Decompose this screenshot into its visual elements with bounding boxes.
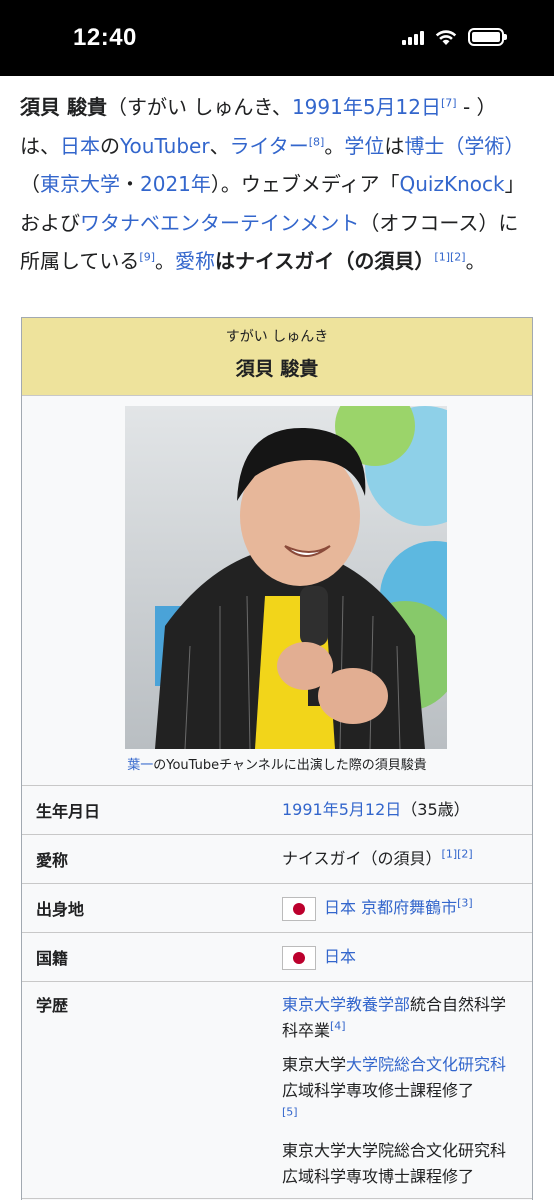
intro-text: 、 <box>209 133 230 158</box>
youtuber-link[interactable]: YouTuber <box>120 134 210 158</box>
japan-flag-icon <box>282 945 316 970</box>
row-value: 日本 <box>282 944 532 970</box>
infobox-row-birthplace: 出身地 日本 京都府舞鶴市[3] <box>22 884 532 933</box>
education-faculty-link[interactable]: 東京大学教養学部 <box>282 995 410 1014</box>
nickname-text: ナイスガイ（の須貝） <box>235 249 435 273</box>
photo-caption: 葉一のYouTubeチャンネルに出演した際の須貝駿貴 <box>22 754 532 773</box>
intro-text: は <box>215 249 235 273</box>
infobox-photo-section: 葉一のYouTubeチャンネルに出演した際の須貝駿貴 <box>22 396 532 786</box>
intro-text: （ <box>20 172 40 196</box>
reference-1-2-link[interactable]: [1][2] <box>434 250 465 263</box>
infobox-ruby: すがい しゅんき <box>225 329 329 345</box>
education-entry: 東京大学大学院総合文化研究科広域科学専攻修士課程修了 [5] <box>282 1052 518 1130</box>
row-value: 東京大学教養学部統合自然科学科卒業[4] 東京大学大学院総合文化研究科広域科学専… <box>282 992 532 1198</box>
birthplace-city-link[interactable]: 京都府舞鶴市 <box>361 898 457 917</box>
phd-link[interactable]: 博士（学術） <box>404 134 524 158</box>
clock: 12:40 <box>73 24 137 51</box>
row-label: 出身地 <box>36 900 85 919</box>
article-intro: 須貝 駿貴（すがい しゅんき、1991年5月12日[7] - ）は、日本のYou… <box>20 88 532 281</box>
graduate-school-link[interactable]: 大学院総合文化研究科 <box>346 1055 506 1074</box>
birthdate-link[interactable]: 1991年5月12日 <box>292 95 441 119</box>
row-label: 生年月日 <box>36 802 101 821</box>
japan-flag-icon <box>282 896 316 921</box>
infobox: すがい しゅんき 須貝 駿貴 葉一のYouTubeチャンネルに出演した際の須貝駿… <box>21 317 533 1200</box>
portrait-photo[interactable] <box>125 406 447 749</box>
watanabe-entertainment-link[interactable]: ワタナベエンターテインメント <box>80 211 359 235</box>
status-bar: 12:40 <box>0 0 554 76</box>
infobox-row-nationality: 国籍 日本 <box>22 933 532 982</box>
cellular-signal-icon <box>402 29 424 45</box>
japan-link[interactable]: 日本 <box>60 134 100 158</box>
education-text: 広域科学専攻修士課程修了 <box>282 1081 475 1100</box>
infobox-row-nickname: 愛称 ナイスガイ（の須貝）[1][2] <box>22 835 532 884</box>
row-label: 国籍 <box>36 949 69 968</box>
intro-text: 。 <box>465 249 486 273</box>
birthplace-ref-link[interactable]: [3] <box>457 897 473 910</box>
row-value: 日本 京都府舞鶴市[3] <box>282 895 532 921</box>
infobox-row-birthdate: 生年月日 1991年5月12日（35歳） <box>22 786 532 835</box>
wifi-icon <box>435 30 457 45</box>
intro-text: の <box>100 133 120 158</box>
nickname-ref-link[interactable]: [1][2] <box>442 848 473 861</box>
intro-text: 。 <box>324 133 345 158</box>
caption-link[interactable]: 葉一 <box>127 758 153 773</box>
nickname-value: ナイスガイ（の須貝） <box>282 849 442 868</box>
infobox-row-education: 学歴 東京大学教養学部統合自然科学科卒業[4] 東京大学大学院総合文化研究科広域… <box>22 982 532 1199</box>
intro-text: ・ <box>120 172 140 196</box>
infobox-title: 須貝 駿貴 <box>235 358 319 380</box>
row-label: 学歴 <box>36 996 69 1015</box>
status-icons <box>402 28 507 46</box>
utokyo-link[interactable]: 東京大学 <box>40 172 120 196</box>
portrait-image <box>125 406 447 749</box>
row-value: 1991年5月12日（35歳） <box>282 797 532 823</box>
degree-link[interactable]: 学位 <box>344 134 384 158</box>
writer-link[interactable]: ライター <box>230 134 309 158</box>
row-value: ナイスガイ（の須貝）[1][2] <box>282 846 532 872</box>
education-ref-4-link[interactable]: [4] <box>330 1020 346 1033</box>
education-text: 東京大学大学院総合文化研究科広域科学専攻博士課程修了 <box>282 1141 507 1186</box>
birthplace-country-link[interactable]: 日本 <box>324 898 356 917</box>
education-entry: 東京大学教養学部統合自然科学科卒業[4] <box>282 992 518 1044</box>
intro-text: は <box>384 133 405 158</box>
intro-text: （すがい しゅんき、 <box>106 95 292 119</box>
row-label: 愛称 <box>36 851 69 870</box>
caption-text: のYouTubeチャンネルに出演した際の須貝駿貴 <box>153 758 427 773</box>
nickname-link[interactable]: 愛称 <box>175 249 215 273</box>
reference-8-link[interactable]: [8] <box>309 135 325 148</box>
education-entry: 東京大学大学院総合文化研究科広域科学専攻博士課程修了 <box>282 1138 518 1190</box>
year-2021-link[interactable]: 2021年 <box>140 172 211 196</box>
nationality-link[interactable]: 日本 <box>324 947 356 966</box>
age-text: （35歳） <box>401 800 470 819</box>
intro-text: ）。ウェブメディア「 <box>210 172 400 196</box>
birthdate-value-link[interactable]: 1991年5月12日 <box>282 800 401 819</box>
quizknock-link[interactable]: QuizKnock <box>400 172 505 196</box>
education-ref-5-link[interactable]: [5] <box>282 1106 298 1119</box>
intro-text: 。 <box>155 249 175 273</box>
article-subject-name: 須貝 駿貴 <box>20 95 107 119</box>
education-text: 東京大学 <box>282 1055 347 1074</box>
battery-icon <box>468 28 507 46</box>
reference-7-link[interactable]: [7] <box>441 96 457 109</box>
infobox-header: すがい しゅんき 須貝 駿貴 <box>22 318 532 396</box>
reference-9-link[interactable]: [9] <box>139 250 155 263</box>
